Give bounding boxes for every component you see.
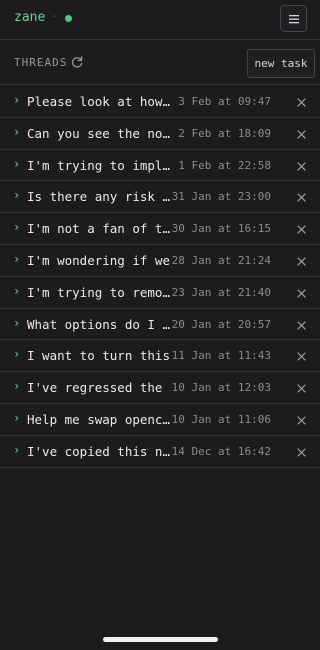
close-icon[interactable]	[297, 448, 306, 457]
close-icon[interactable]	[297, 320, 306, 330]
hamburger-icon	[289, 15, 299, 24]
chevron-right-icon: ›	[13, 124, 21, 139]
brand-separator: ·	[51, 10, 58, 23]
thread-row[interactable]: › Can you see the notes in 2 Feb at 18:09	[0, 118, 320, 150]
thread-row[interactable]: › I've regressed the 10 Jan at 12:03	[0, 372, 320, 404]
close-icon[interactable]	[297, 98, 306, 107]
chevron-right-icon: ›	[13, 156, 21, 171]
brand-name[interactable]: zane	[14, 10, 45, 25]
refresh-icon[interactable]	[70, 55, 84, 69]
thread-row[interactable]: › I've copied this new 14 Dec at 16:42	[0, 436, 320, 468]
thread-title: I'm not a fan of the	[27, 221, 172, 237]
thread-title: I want to turn this	[27, 348, 170, 364]
chevron-right-icon: ›	[13, 347, 21, 362]
threads-label: THREADS	[14, 56, 68, 69]
close-icon[interactable]	[297, 416, 306, 425]
thread-timestamp: 20 Jan at 20:57	[171, 317, 271, 331]
close-icon[interactable]	[297, 161, 306, 171]
close-icon[interactable]	[297, 225, 306, 234]
thread-timestamp: 3 Feb at 09:47	[178, 95, 271, 108]
thread-timestamp: 23 Jan at 21:40	[171, 285, 271, 299]
home-indicator[interactable]	[103, 637, 218, 642]
chevron-right-icon: ›	[13, 315, 21, 330]
close-icon[interactable]	[297, 289, 306, 298]
chevron-right-icon: ›	[13, 188, 21, 203]
close-icon[interactable]	[297, 193, 306, 202]
thread-row[interactable]: › I'm trying to remove 23 Jan at 21:40	[0, 277, 320, 309]
thread-timestamp: 10 Jan at 11:06	[171, 412, 271, 426]
new-task-button[interactable]: new task	[247, 49, 315, 78]
thread-row[interactable]: › Is there any risk in 31 Jan at 23:00	[0, 181, 320, 214]
app-root: zane · THREADS new task › Please look at …	[0, 0, 320, 650]
thread-row[interactable]: › Please look at how the 3 Feb at 09:47	[0, 86, 320, 118]
thread-row[interactable]: › I'm not a fan of the 30 Jan at 16:15	[0, 213, 320, 245]
thread-title: I've regressed the	[27, 380, 163, 396]
chevron-right-icon: ›	[13, 379, 21, 394]
top-bar: zane ·	[0, 0, 320, 40]
thread-timestamp: 10 Jan at 12:03	[171, 381, 271, 395]
thread-title: Please look at how the	[27, 94, 172, 109]
chevron-right-icon: ›	[13, 442, 21, 457]
threads-header: THREADS new task	[0, 41, 320, 85]
thread-title: I've copied this new	[27, 443, 172, 459]
thread-timestamp: 28 Jan at 21:24	[171, 253, 271, 267]
chevron-right-icon: ›	[13, 93, 21, 107]
thread-timestamp: 1 Feb at 22:58	[178, 158, 271, 172]
thread-title: I'm trying to remove	[27, 284, 172, 300]
thread-title: I'm wondering if we	[27, 252, 170, 268]
chevron-right-icon: ›	[13, 410, 21, 425]
menu-button[interactable]	[280, 5, 307, 32]
thread-row[interactable]: › I want to turn this 11 Jan at 11:43	[0, 340, 320, 373]
chevron-right-icon: ›	[13, 251, 21, 266]
thread-row[interactable]: › Help me swap opencode 10 Jan at 11:06	[0, 404, 320, 436]
thread-title: What options do I have	[27, 316, 172, 332]
thread-timestamp: 11 Jan at 11:43	[171, 349, 271, 363]
close-icon[interactable]	[297, 130, 306, 139]
thread-timestamp: 30 Jan at 16:15	[171, 222, 271, 236]
thread-timestamp: 2 Feb at 18:09	[178, 126, 271, 140]
thread-row[interactable]: › What options do I have20 Jan at 20:57	[0, 309, 320, 341]
thread-list: › Please look at how the 3 Feb at 09:47 › Ca…	[0, 86, 320, 468]
thread-row[interactable]: › I'm trying to implement 1 Feb at 22:58	[0, 150, 320, 182]
connection-status-dot	[65, 15, 72, 22]
close-icon[interactable]	[297, 257, 306, 266]
thread-title: I'm trying to implement	[27, 157, 172, 173]
thread-title: Can you see the notes in	[27, 125, 172, 141]
thread-title: Is there any risk in	[27, 189, 172, 205]
close-icon[interactable]	[297, 384, 306, 393]
thread-title: Help me swap opencode	[27, 411, 172, 427]
chevron-right-icon: ›	[13, 283, 21, 298]
chevron-right-icon: ›	[13, 220, 21, 235]
thread-timestamp: 14 Dec at 16:42	[171, 444, 271, 458]
thread-timestamp: 31 Jan at 23:00	[171, 190, 271, 204]
close-icon[interactable]	[297, 352, 306, 361]
thread-row[interactable]: › I'm wondering if we 28 Jan at 21:24	[0, 245, 320, 277]
